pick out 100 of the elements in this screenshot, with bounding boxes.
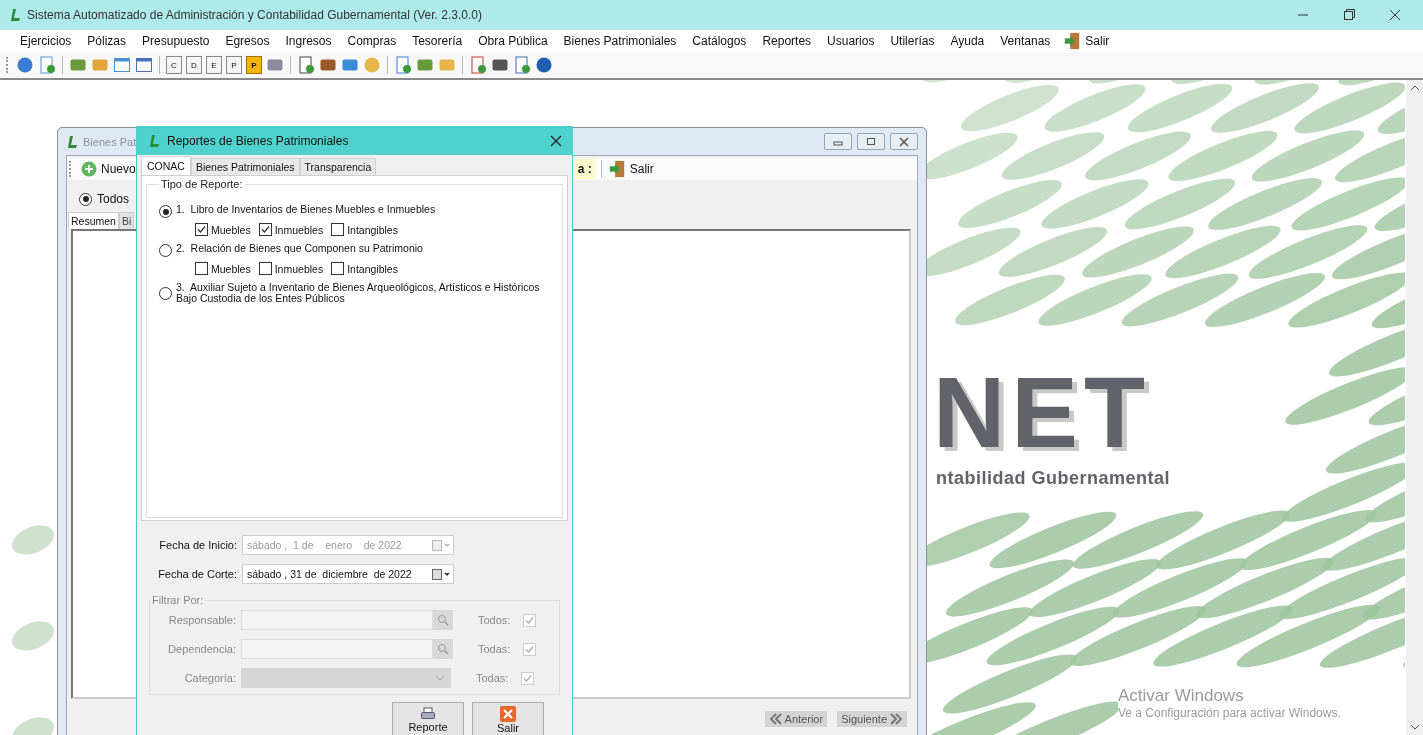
exit-menu-item[interactable]: Salir (1058, 32, 1118, 50)
field-label: Fecha de Corte: (157, 568, 237, 580)
app-logo-icon (8, 8, 22, 22)
app-logo-icon (147, 134, 161, 148)
menu-item[interactable]: Egresos (217, 34, 278, 48)
checkbox-label: Muebles (211, 262, 251, 275)
logo-text: NET (933, 362, 1151, 462)
calendar-icon[interactable] (135, 56, 153, 74)
letter-button[interactable]: D (186, 56, 202, 74)
menu-item[interactable]: Ejercicios (12, 34, 80, 48)
maximize-icon[interactable] (1343, 9, 1355, 21)
letter-button[interactable]: P (246, 56, 262, 74)
checkbox[interactable] (331, 262, 345, 275)
tab[interactable]: Transparencia (299, 158, 377, 175)
letter-button[interactable]: P (226, 56, 242, 74)
minimize-button[interactable] (824, 133, 852, 150)
menu-item[interactable]: Usuarios (819, 34, 883, 48)
checkbox-label: Muebles (211, 223, 251, 236)
double-left-arrow-icon (768, 713, 783, 725)
letter-button[interactable]: C (166, 56, 182, 74)
checkbox[interactable] (258, 262, 272, 275)
logo-subtitle: ntabilidad Gubernamental (936, 468, 1171, 489)
checkbox[interactable] (331, 223, 345, 236)
calendar-dropdown-icon[interactable] (431, 568, 451, 580)
radio-button[interactable] (79, 192, 92, 206)
document-icon[interactable] (513, 56, 531, 74)
menu-item[interactable]: Tesorería (404, 34, 471, 48)
letter-button[interactable]: E (206, 56, 222, 74)
radio-label: 1. Libro de Inventarios de Bienes Muebles e Inmuebles (176, 204, 436, 215)
field-label: Categoría: (183, 672, 236, 684)
close-icon (899, 136, 909, 147)
checkbox-label: Intangibles (347, 262, 398, 275)
checkbox-label: Intangibles (347, 223, 398, 236)
nav-button[interactable]: Siguiente (837, 711, 907, 727)
menu-item[interactable]: Reportes (754, 34, 820, 48)
calendar-icon[interactable] (113, 56, 131, 74)
window-title: Sistema Automatizado de Administración y Contabilidad Gubernamental (Ver. 2.3.0.0) (27, 8, 482, 22)
nav-button[interactable]: Anterior (764, 711, 828, 727)
group-title: Tipo de Reporte: (160, 178, 244, 190)
menu-item[interactable]: Bienes Patrimoniales (555, 34, 685, 48)
close-icon[interactable] (1389, 9, 1401, 21)
field-label: a : (573, 159, 596, 179)
scroll-up-icon[interactable] (1409, 84, 1420, 92)
check-icon (524, 614, 535, 626)
activation-title: Activar Windows (1118, 686, 1245, 706)
radio-label: 2. Relación de Bienes que Componen su Patrimonio (176, 243, 423, 254)
field-label: Fecha de Inicio: (158, 539, 237, 551)
date-picker[interactable]: sábado , 31 de diciembre de 2022 (242, 564, 454, 584)
tab[interactable]: Bienes Patrimoniales (190, 158, 300, 175)
search-icon (437, 614, 449, 626)
checkbox[interactable] (195, 262, 208, 275)
radio-button[interactable] (159, 205, 172, 218)
check-icon (196, 224, 207, 235)
group-title: Filtrar Por: (151, 594, 205, 606)
close-button[interactable] (890, 133, 918, 150)
scroll-down-icon[interactable] (1409, 723, 1420, 731)
menu-item[interactable]: Catálogos (684, 34, 755, 48)
exit-button[interactable]: Salir (472, 702, 544, 735)
tab[interactable]: CONAC (141, 156, 191, 175)
menu-item[interactable]: Obra Pública (470, 34, 556, 48)
plus-icon (81, 161, 97, 177)
document-icon[interactable] (38, 56, 56, 74)
radio-button[interactable] (159, 244, 172, 257)
restore-button[interactable] (857, 133, 885, 150)
activation-text: Ve a Configuración para activar Windows. (1118, 706, 1341, 720)
field-label: Dependencia: (167, 643, 236, 655)
check-icon (522, 672, 533, 684)
close-icon[interactable] (550, 135, 562, 147)
checkbox-label: Todas: (476, 672, 510, 684)
menu-item[interactable]: Presupuesto (134, 34, 218, 48)
checkbox-label: Inmuebles (274, 223, 324, 236)
radio-button[interactable] (159, 287, 172, 300)
new-button[interactable]: Nuevo (78, 161, 139, 177)
checkbox-label: Inmuebles (274, 262, 324, 275)
exit-button[interactable]: Salir (606, 160, 654, 178)
check-icon (524, 643, 535, 655)
checkbox[interactable] (195, 223, 208, 236)
search-icon (437, 643, 449, 655)
chevron-down-icon (435, 675, 445, 681)
menu-item[interactable]: Ventanas (992, 34, 1059, 48)
check-icon (259, 224, 271, 235)
field-label: Responsable: (167, 614, 236, 626)
radio-label: 3. Auxiliar Sujeto a Inventario de Bienes Arqueológicos, Artísticos e Históricos Bajo Custodia de los Entes Públicos (176, 282, 540, 304)
tab[interactable]: Resumen (68, 212, 119, 229)
restore-icon (866, 136, 876, 147)
report-button[interactable]: Reporte (392, 702, 464, 735)
menu-item[interactable]: Pólizas (79, 34, 135, 48)
child-window-title: Bienes Pat (83, 135, 137, 148)
menu-item[interactable]: Ingresos (277, 34, 340, 48)
checkbox[interactable] (258, 223, 272, 236)
dialog-title: Reportes de Bienes Patrimoniales (167, 134, 349, 148)
menu-item[interactable]: Ayuda (942, 34, 993, 48)
radio-label: Todos (97, 192, 130, 206)
close-icon (500, 706, 516, 722)
menu-item[interactable]: Compras (339, 34, 405, 48)
double-right-arrow-icon (889, 713, 903, 725)
menu-item[interactable]: Utilerías (882, 34, 943, 48)
checkbox-label: Todas: (478, 643, 512, 655)
app-logo-icon (65, 134, 79, 149)
checkbox-label: Todos: (478, 614, 512, 626)
